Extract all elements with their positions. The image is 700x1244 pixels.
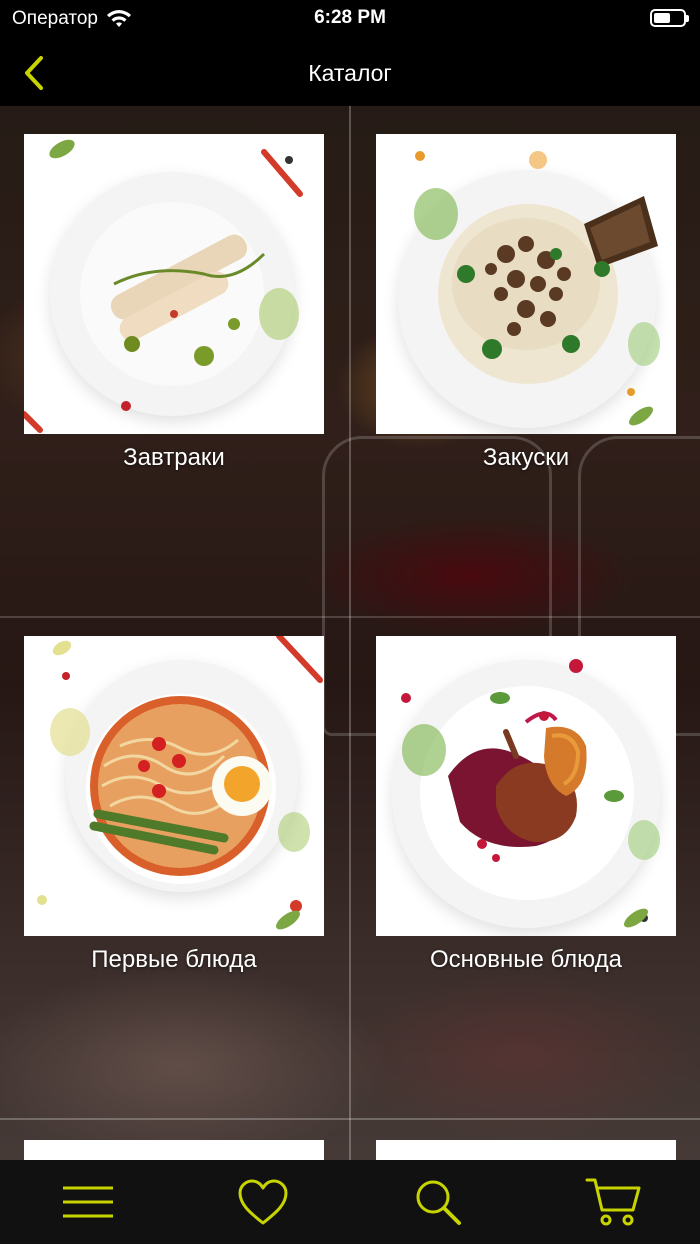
status-bar: Оператор 6:28 PM bbox=[0, 0, 700, 40]
category-label: Первые блюда bbox=[91, 946, 257, 973]
category-tile-partial[interactable] bbox=[24, 1140, 324, 1160]
tab-menu[interactable] bbox=[0, 1160, 175, 1244]
category-tile-snacks[interactable]: Закуски bbox=[376, 134, 676, 472]
tab-search[interactable] bbox=[350, 1160, 525, 1244]
main-courses-dish-image bbox=[376, 636, 676, 936]
tab-bar bbox=[0, 1160, 700, 1244]
heart-icon bbox=[238, 1179, 287, 1225]
tab-favorites[interactable] bbox=[175, 1160, 350, 1244]
cart-icon bbox=[585, 1178, 640, 1226]
menu-icon bbox=[62, 1186, 113, 1218]
category-label: Основные блюда bbox=[429, 946, 623, 973]
navigation-bar: Каталог bbox=[0, 40, 700, 106]
category-tile-main-courses[interactable]: Основные блюда bbox=[376, 636, 676, 974]
category-tile-partial[interactable] bbox=[376, 1140, 676, 1160]
grid-divider bbox=[349, 106, 351, 1160]
tab-cart[interactable] bbox=[525, 1160, 700, 1244]
category-tile-breakfast[interactable]: Завтраки bbox=[24, 134, 324, 472]
grid-divider bbox=[0, 1118, 700, 1120]
search-icon bbox=[416, 1180, 461, 1225]
breakfast-dish-image bbox=[24, 134, 324, 434]
category-label: Закуски bbox=[482, 444, 570, 471]
clock: 6:28 PM bbox=[314, 7, 386, 28]
first-courses-dish-image bbox=[24, 636, 324, 936]
grid-divider bbox=[0, 616, 700, 618]
battery-icon bbox=[650, 9, 689, 27]
page-title: Каталог bbox=[308, 60, 392, 86]
catalog-grid[interactable]: Завтраки Закуски Первые блюда Основные б… bbox=[0, 106, 700, 1160]
category-tile-first-courses[interactable]: Первые блюда bbox=[24, 636, 324, 974]
category-label: Завтраки bbox=[123, 444, 225, 471]
snacks-dish-image bbox=[376, 134, 676, 434]
